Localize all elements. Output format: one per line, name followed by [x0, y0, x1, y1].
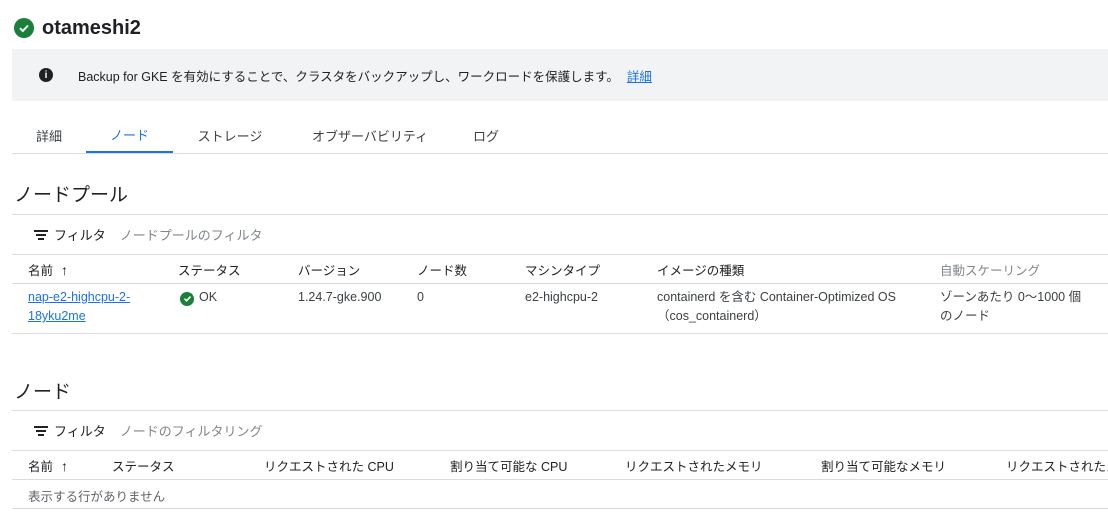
nodes-table: 名前 ↑ ステータス リクエストされた CPU 割り当て可能な CPU リクエス… [12, 450, 1108, 509]
column-name[interactable]: 名前 ↑ [28, 451, 68, 480]
node-pools-heading: ノードプール [14, 185, 129, 206]
node-count-cell: 0 [417, 290, 424, 304]
node-pool-filter-bar[interactable]: フィルタ ノードプールのフィルタ [12, 214, 1108, 254]
table-row: 表示する行がありません [12, 480, 1108, 509]
banner-learn-more-link[interactable]: 詳細 [627, 66, 652, 85]
filter-label: フィルタ [54, 424, 106, 439]
node-pools-table: 名前 ↑ ステータス バージョン ノード数 マシンタイプ イメージの種類 自動ス… [12, 254, 1108, 334]
column-requested-memory[interactable]: リクエストされたメモリ [625, 451, 763, 480]
banner-message: Backup for GKE を有効にすることで、クラスタをバックアップし、ワー… [78, 69, 619, 84]
node-pool-name-link[interactable]: nap-e2-highcpu-2- 18yku2me [28, 288, 130, 326]
tab-storage[interactable]: ストレージ [188, 117, 272, 153]
version-cell: 1.24.7-gke.900 [298, 290, 382, 304]
table-header: 名前 ↑ ステータス リクエストされた CPU 割り当て可能な CPU リクエス… [12, 450, 1108, 480]
column-image-type[interactable]: イメージの種類 [657, 255, 744, 284]
check-circle-icon [14, 18, 34, 38]
sort-up-arrow-icon[interactable]: ↑ [61, 458, 68, 474]
ok-check-icon [180, 291, 194, 306]
column-allocatable-cpu[interactable]: 割り当て可能な CPU [450, 451, 567, 480]
column-status[interactable]: ステータス [112, 451, 175, 480]
column-requested-cpu[interactable]: リクエストされた CPU [264, 451, 394, 480]
nodes-heading: ノード [14, 382, 72, 403]
node-filter-input[interactable]: ノードのフィルタリング [120, 421, 263, 440]
autoscaling-cell: ゾーンあたり 0〜1000 個 のノード [940, 290, 1082, 323]
table-row: nap-e2-highcpu-2- 18yku2me OK 1.24.7-gke… [12, 284, 1108, 334]
filter-icon [34, 229, 48, 240]
column-allocatable-memory[interactable]: 割り当て可能なメモリ [821, 451, 946, 480]
tab-observability[interactable]: オブザーバビリティ [300, 117, 440, 153]
column-machine-type[interactable]: マシンタイプ [525, 255, 600, 284]
info-icon: i [39, 68, 53, 82]
column-status[interactable]: ステータス [178, 255, 241, 284]
tab-logs[interactable]: ログ [462, 117, 510, 153]
column-name[interactable]: 名前 ↑ [28, 255, 68, 284]
column-autoscaling: 自動スケーリング [940, 264, 1041, 278]
cluster-header: otameshi2 [14, 14, 141, 42]
node-pool-filter-input[interactable]: ノードプールのフィルタ [120, 225, 263, 244]
backup-banner: i Backup for GKE を有効にすることで、クラスタをバックアップし、… [12, 49, 1108, 101]
status-cell: OK [180, 288, 217, 307]
tab-bar: 詳細 ノード ストレージ オブザーバビリティ ログ [12, 117, 1108, 154]
column-requested-storage[interactable]: リクエストされたス [1006, 451, 1108, 480]
machine-type-cell: e2-highcpu-2 [525, 290, 598, 304]
tab-details[interactable]: 詳細 [24, 117, 74, 153]
sort-up-arrow-icon[interactable]: ↑ [61, 262, 68, 278]
filter-icon [34, 425, 48, 436]
column-node-count[interactable]: ノード数 [417, 255, 467, 284]
empty-table-message: 表示する行がありません [28, 490, 166, 504]
page-title: otameshi2 [42, 16, 141, 39]
table-header: 名前 ↑ ステータス バージョン ノード数 マシンタイプ イメージの種類 自動ス… [12, 254, 1108, 284]
tab-nodes[interactable]: ノード [86, 117, 173, 153]
filter-label: フィルタ [54, 228, 106, 243]
image-type-cell: containerd を含む Container-Optimized OS （c… [657, 290, 896, 323]
node-filter-bar[interactable]: フィルタ ノードのフィルタリング [12, 410, 1108, 450]
column-version[interactable]: バージョン [298, 255, 360, 284]
